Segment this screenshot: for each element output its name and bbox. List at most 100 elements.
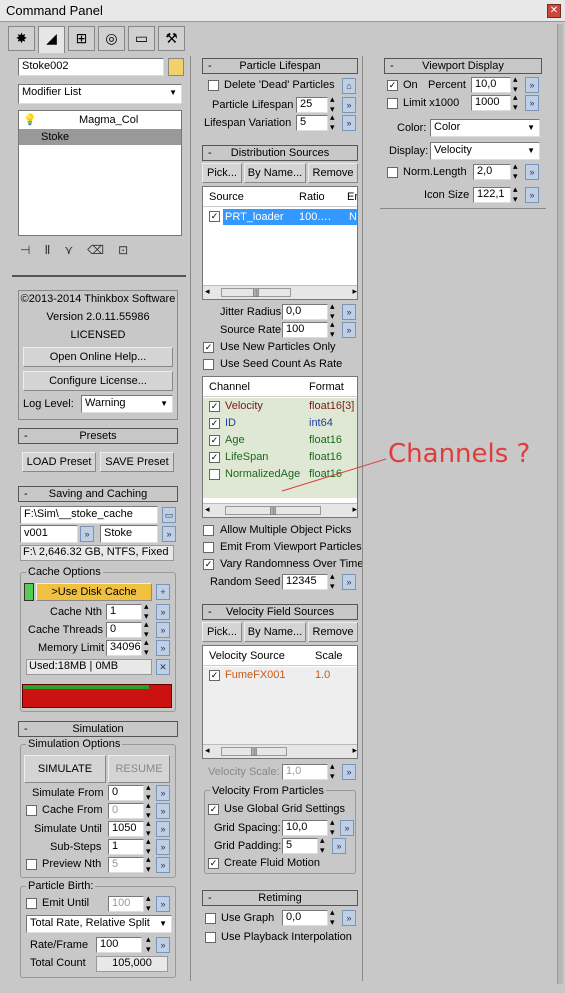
channel-row[interactable]: ✓ ID int64	[203, 416, 357, 432]
graph-spinner[interactable]	[330, 907, 338, 928]
preview-nth-checkbox[interactable]	[26, 859, 37, 870]
multi-pick-checkbox[interactable]	[203, 525, 214, 536]
velocity-pick-button[interactable]: Pick...	[202, 622, 242, 642]
channel-checkbox[interactable]: ✓	[209, 418, 220, 429]
velocity-scroll-thumb[interactable]: |||	[221, 747, 287, 756]
velocity-scale-key-icon[interactable]: »	[342, 764, 356, 780]
object-color-swatch[interactable]	[168, 58, 184, 76]
preview-nth-field[interactable]: 5	[108, 857, 144, 873]
channel-checkbox[interactable]: ✓	[209, 435, 220, 446]
simulate-until-field[interactable]: 1050	[108, 821, 144, 837]
limit-spinner[interactable]	[513, 92, 521, 113]
cache-nth-field[interactable]: 1	[106, 604, 142, 620]
preview-nth-spinner[interactable]	[146, 854, 154, 875]
lifespan-variation-key-icon[interactable]: »	[342, 115, 356, 131]
distribution-byname-button[interactable]: By Name...	[244, 163, 306, 183]
display-icon[interactable]: ▭	[128, 26, 155, 51]
motion-icon[interactable]: ◎	[98, 26, 125, 51]
grid-spacing-key-icon[interactable]: »	[340, 820, 354, 836]
configure-license-button[interactable]: Configure License...	[23, 371, 173, 391]
global-grid-checkbox[interactable]: ✓	[208, 804, 219, 815]
rate-frame-field[interactable]: 100	[96, 937, 142, 953]
panel-scrollbar[interactable]	[557, 24, 563, 984]
pin-icon[interactable]: ⊣	[20, 243, 44, 257]
log-level-dropdown[interactable]: Warning	[81, 395, 173, 413]
distribution-source-list[interactable]: Source Ratio Er ✓ PRT_loader 100.… Ne ◂|…	[202, 186, 358, 300]
rate-mode-dropdown[interactable]: Total Rate, Relative Split	[26, 915, 172, 933]
norm-length-key-icon[interactable]: »	[525, 164, 539, 180]
resume-button[interactable]: RESUME	[108, 755, 170, 783]
norm-length-checkbox[interactable]	[387, 167, 398, 178]
jitter-radius-field[interactable]: 0,0	[282, 304, 328, 320]
lifespan-variation-field[interactable]: 5	[296, 115, 328, 131]
simulate-button[interactable]: SIMULATE	[24, 755, 106, 783]
load-preset-button[interactable]: LOAD Preset	[22, 452, 96, 472]
cache-from-field[interactable]: 0	[108, 803, 144, 819]
cache-from-checkbox[interactable]	[26, 805, 37, 816]
modifier-list-dropdown[interactable]: Modifier List	[18, 84, 182, 104]
preview-nth-key-icon[interactable]: »	[156, 857, 170, 873]
cache-name-field[interactable]: Stoke	[100, 525, 158, 543]
create-icon[interactable]: ✸	[8, 26, 35, 51]
use-new-checkbox[interactable]: ✓	[203, 342, 214, 353]
object-name-field[interactable]: Stoke002	[18, 58, 164, 76]
distribution-scroll-thumb[interactable]: |||	[221, 288, 291, 297]
limit-key-icon[interactable]: »	[525, 95, 539, 111]
use-disk-cache-button[interactable]: >Use Disk Cache	[36, 583, 152, 601]
rate-frame-spinner[interactable]	[146, 934, 154, 955]
presets-rollout-header[interactable]: - Presets	[18, 428, 178, 444]
version-increment-icon[interactable]: »	[80, 526, 94, 542]
velocity-byname-button[interactable]: By Name...	[244, 622, 306, 642]
grid-spacing-field[interactable]: 10,0	[282, 820, 328, 836]
display-mode-dropdown[interactable]: Velocity	[430, 142, 540, 160]
emit-until-key-icon[interactable]: »	[156, 896, 170, 912]
emit-until-checkbox[interactable]	[26, 898, 37, 909]
modifier-stack[interactable]: 💡 Magma_Col Stoke	[18, 110, 182, 236]
channel-checkbox[interactable]: ✓	[209, 452, 220, 463]
cache-threads-key-icon[interactable]: »	[156, 622, 170, 638]
simulate-from-key-icon[interactable]: »	[156, 785, 170, 801]
lifespan-rollout-header[interactable]: - Particle Lifespan	[202, 58, 358, 74]
simulate-from-field[interactable]: 0	[108, 785, 144, 801]
playback-interp-checkbox[interactable]	[205, 932, 216, 943]
percent-field[interactable]: 10,0	[471, 77, 511, 93]
distribution-remove-button[interactable]: Remove	[308, 163, 358, 183]
color-mode-dropdown[interactable]: Color	[430, 119, 540, 137]
velocity-hscrollbar[interactable]: ◂ ||| ▸	[203, 744, 357, 758]
stack-item-magma[interactable]: Magma_Col	[41, 114, 179, 126]
simulation-rollout-header[interactable]: - Simulation	[18, 721, 178, 737]
substeps-key-icon[interactable]: »	[156, 839, 170, 855]
random-seed-key-icon[interactable]: »	[342, 574, 356, 590]
memory-limit-field[interactable]: 34096	[106, 640, 142, 656]
channel-checkbox[interactable]: ✓	[209, 401, 220, 412]
memory-limit-key-icon[interactable]: »	[156, 640, 170, 656]
lifespan-variation-spinner[interactable]	[330, 112, 338, 133]
cache-threads-field[interactable]: 0	[106, 622, 142, 638]
limit-field[interactable]: 1000	[471, 95, 511, 111]
remove-modifier-icon[interactable]: ⌫	[87, 243, 118, 257]
limit-checkbox[interactable]	[387, 98, 398, 109]
substeps-field[interactable]: 1	[108, 839, 144, 855]
icon-size-field[interactable]: 122,1	[473, 187, 511, 203]
saving-rollout-header[interactable]: - Saving and Caching	[18, 486, 178, 502]
grid-padding-spinner[interactable]	[320, 835, 328, 856]
distribution-row[interactable]: ✓ PRT_loader 100.… Ne	[203, 209, 357, 225]
utilities-icon[interactable]: ⚒	[158, 26, 185, 51]
bulb-icon[interactable]: 💡	[23, 113, 37, 127]
cache-from-key-icon[interactable]: »	[156, 803, 170, 819]
channel-row[interactable]: ✓ Age float16	[203, 433, 357, 449]
channel-row[interactable]: ✓ Velocity float16[3]	[203, 399, 357, 415]
show-end-icon[interactable]: Ⅱ	[44, 243, 64, 257]
graph-key-icon[interactable]: »	[342, 910, 356, 926]
norm-length-field[interactable]: 2,0	[473, 164, 511, 180]
velocity-scale-spinner[interactable]	[330, 761, 338, 782]
stack-item-stoke[interactable]: Stoke	[19, 129, 181, 145]
modify-icon[interactable]: ◢	[38, 26, 65, 53]
cache-nth-key-icon[interactable]: »	[156, 604, 170, 620]
emit-until-field[interactable]: 100	[108, 896, 144, 912]
simulate-until-key-icon[interactable]: »	[156, 821, 170, 837]
lifespan-key-icon[interactable]: »	[342, 97, 356, 113]
seed-count-checkbox[interactable]	[203, 359, 214, 370]
clear-cache-icon[interactable]: ✕	[156, 659, 170, 675]
graph-field[interactable]: 0,0	[282, 910, 328, 926]
